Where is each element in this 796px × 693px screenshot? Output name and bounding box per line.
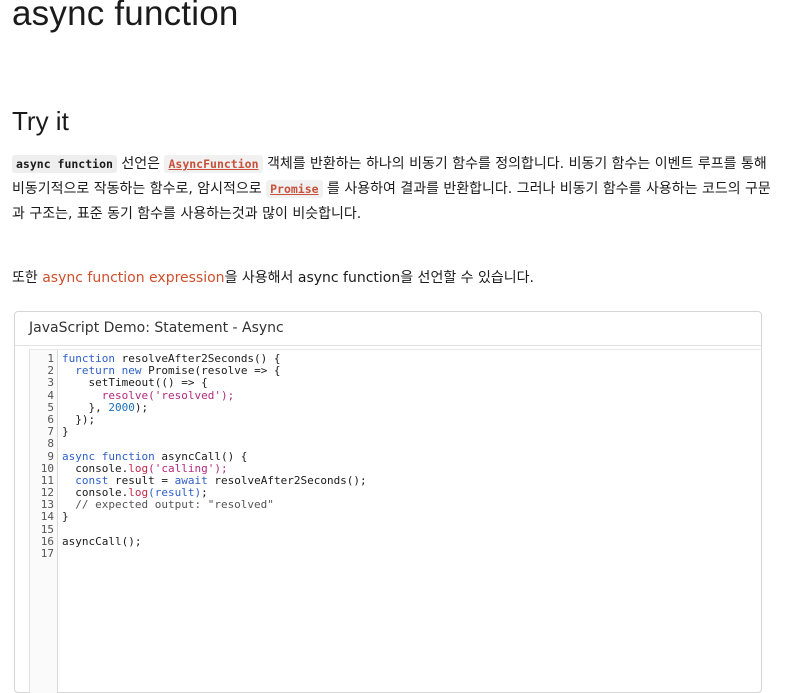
code-token: asyncCall(); — [62, 534, 142, 548]
code-token: const — [75, 473, 109, 487]
code-line: } — [62, 426, 367, 438]
code-token: async function — [62, 449, 155, 463]
code-token: resolveAfter2Seconds(); — [207, 473, 367, 487]
page-title: async function — [12, 0, 239, 33]
code-token: return new — [75, 364, 142, 378]
code-token: } — [62, 425, 69, 439]
code-token: resolve('resolved'); — [101, 388, 235, 402]
code-token: console. — [62, 461, 129, 475]
code-token: (result) — [148, 486, 202, 500]
intro-paragraph: async function 선언은 AsyncFunction 객체를 반환하… — [12, 152, 772, 227]
para2-text-before: 또한 — [12, 270, 43, 286]
code-token: 2000 — [108, 400, 135, 414]
line-number: 17 — [40, 547, 54, 560]
code-token: ); — [134, 400, 149, 414]
code-line: }); — [62, 412, 367, 426]
code-token: setTimeout(() => { — [62, 376, 208, 390]
line-number: 3 — [47, 376, 54, 390]
code-token: console. — [62, 486, 129, 500]
code-line: }, 2000); — [62, 400, 367, 414]
code-token: }); — [62, 412, 96, 426]
demo-title: JavaScript Demo: Statement - Async — [15, 312, 761, 346]
async-function-expression-link[interactable]: async function expression — [42, 270, 224, 286]
intro-text-1: 선언은 — [116, 156, 165, 172]
code-line: // expected output: "resolved" — [62, 499, 367, 511]
line-number: 9 — [47, 449, 54, 463]
expression-paragraph: 또한 async function expression을 사용해서 async… — [12, 266, 772, 291]
line-number: 4 — [47, 388, 54, 402]
asyncfunction-link[interactable]: AsyncFunction — [164, 155, 263, 173]
code-token: function — [62, 352, 115, 365]
code-token: } — [62, 510, 69, 524]
inline-code-async-function: async function — [12, 155, 117, 173]
code-token: }, — [62, 400, 109, 414]
interactive-demo-panel: JavaScript Demo: Statement - Async 12345… — [14, 311, 762, 693]
code-token: log — [128, 486, 149, 500]
line-number: 8 — [47, 437, 54, 451]
code-token: asyncCall() { — [154, 449, 248, 463]
code-line: asyncCall(); — [62, 534, 367, 548]
code-token: // expected output: "resolved" — [62, 498, 274, 512]
code-editor[interactable]: 1 2 3 4 5 6 7 8 9 10 11 12 13 14 15 16 17 function resol… — [29, 349, 762, 693]
line-number: 14 — [40, 510, 54, 524]
code-token: Promise(resolve => { — [141, 364, 281, 378]
para2-text-after: 을 사용해서 async function을 선언할 수 있습니다. — [224, 270, 534, 286]
section-title-try-it: Try it — [12, 106, 69, 136]
code-token: log — [128, 461, 149, 475]
code-token: ('calling'); — [148, 461, 228, 475]
code-token: resolveAfter2Seconds() { — [114, 352, 281, 365]
line-numbers: 1 2 3 4 5 6 7 8 9 10 11 12 13 14 15 16 17 — [30, 350, 57, 560]
promise-link[interactable]: Promise — [266, 180, 323, 198]
code-line: } — [62, 511, 367, 523]
line-number-gutter: 1 2 3 4 5 6 7 8 9 10 11 12 13 14 15 16 17 — [30, 350, 58, 693]
line-number: 15 — [40, 522, 54, 536]
code-token: await — [174, 473, 208, 487]
code-content[interactable]: function resolveAfter2Seconds() { return… — [62, 352, 367, 560]
code-token: result = — [108, 473, 175, 487]
code-token: ; — [201, 486, 208, 500]
